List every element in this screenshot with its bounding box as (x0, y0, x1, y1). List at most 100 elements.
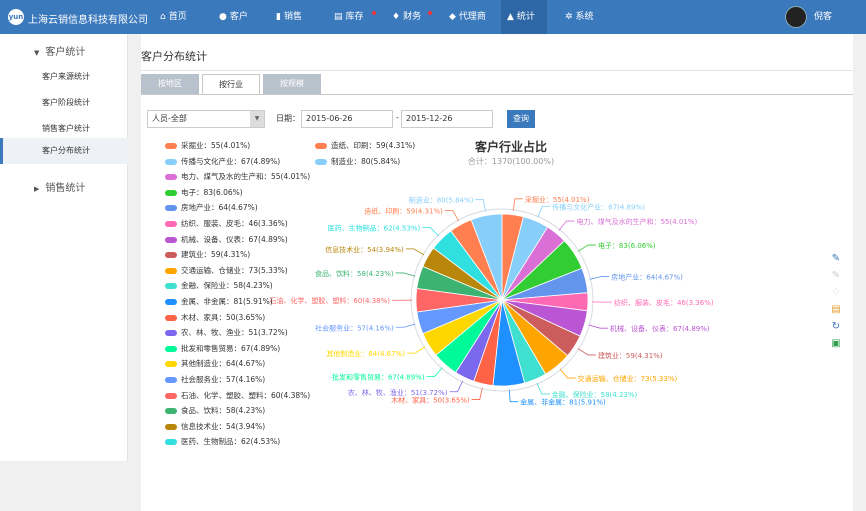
nav-money-bag[interactable]: ♦ 财务 (386, 0, 436, 34)
legend-label: 食品、饮料：58(4.23%) (181, 406, 266, 416)
legend-item[interactable]: 医药、生物制品：62(4.53%) (165, 436, 280, 448)
legend-swatch (165, 143, 177, 149)
save-image-icon[interactable]: ▣ (830, 338, 842, 350)
legend-item[interactable]: 交通运输、仓储业：73(5.33%) (165, 265, 288, 277)
pie-slice-label: 交通运输、仓储业：73(5.33%) (578, 374, 678, 383)
legend-label: 采掘业：55(4.01%) (181, 141, 251, 150)
legend-item[interactable]: 其他制造业：64(4.67%) (165, 358, 265, 370)
home-icon: ⌂ (160, 12, 166, 22)
nav-bar-chart[interactable]: ▮ 销售 (270, 0, 320, 34)
legend-swatch (165, 392, 177, 399)
pie-label-line (589, 276, 610, 280)
legend-label: 金属、非金属：81(5.91%) (181, 297, 273, 306)
nav-gear[interactable]: ✲ 系统 (559, 0, 609, 34)
nav-label: 系统 (575, 12, 594, 22)
legend-item[interactable]: 食品、饮料：58(4.23%) (165, 405, 265, 417)
legend-item[interactable]: 信息技术业：54(3.94%) (165, 421, 265, 433)
sidebar: ▼ 客户统计 客户来源统计 客户阶段统计 销售客户统计 客户分布统计 ▶ 销售统计 (0, 34, 128, 461)
legend-swatch (315, 158, 327, 165)
data-view-icon[interactable]: ▤ (830, 304, 842, 316)
nav-user[interactable]: ● 客户 (213, 0, 263, 34)
legend-item[interactable]: 采掘业：55(4.01%) (165, 140, 250, 152)
legend-item[interactable]: 纺织、服装、皮毛：46(3.36%) (165, 218, 288, 230)
sidebar-group-customer-stats[interactable]: ▼ 客户统计 (34, 43, 85, 58)
legend-item[interactable]: 社会服务业：57(4.16%) (165, 374, 265, 386)
legend-item[interactable]: 建筑业：59(4.31%) (165, 249, 250, 261)
legend-label: 木材、家具：50(3.65%) (181, 312, 266, 322)
legend-swatch (165, 205, 177, 212)
nav-label: 首页 (168, 12, 187, 22)
legend-label: 金融、保险业：58(4.23%) (181, 281, 273, 291)
sidebar-group-sales-stats[interactable]: ▶ 销售统计 (34, 179, 85, 194)
legend-item[interactable]: 机械、设备、仪表：67(4.89%) (165, 234, 288, 246)
nav-label: 库存 (345, 12, 364, 22)
pie-slice-label: 金融、保险业：58(4.23%) (552, 390, 638, 399)
users-icon: ◆ (449, 12, 456, 22)
nav-label: 客户 (229, 12, 248, 22)
sidebar-item-distribution[interactable]: 客户分布统计 (0, 138, 128, 164)
pie-label-line (588, 324, 609, 329)
pie-label-line (558, 220, 575, 231)
legend-item[interactable]: 农、林、牧、渔业：51(3.72%) (165, 327, 288, 339)
notification-dot (372, 11, 376, 15)
legend-label: 电子：83(6.06%) (181, 187, 243, 197)
nav-users[interactable]: ◆ 代理商 (443, 0, 495, 34)
pie-slice-label: 电力、煤气及水的生产和：55(4.01%) (577, 217, 698, 226)
chart-legend: 采掘业：55(4.01%) 传播与文化产业：67(4.89%) 电力、煤气及水的生产… (165, 140, 495, 450)
bar-chart-icon: ▮ (276, 12, 281, 22)
legend-label: 房地产业：64(4.67%) (181, 203, 258, 213)
legend-item[interactable]: 房地产业：64(4.67%) (165, 202, 258, 214)
legend-label: 信息技术业：54(3.94%) (181, 421, 266, 431)
legend-item[interactable]: 制造业：80(5.84%) (315, 156, 400, 168)
money-bag-icon: ♦ (392, 12, 401, 22)
legend-item[interactable]: 电子：83(6.06%) (165, 187, 243, 199)
nav-label: 财务 (403, 12, 422, 22)
legend-item[interactable]: 金融、保险业：58(4.23%) (165, 280, 273, 292)
legend-item[interactable]: 木材、家具：50(3.65%) (165, 312, 265, 324)
legend-item[interactable]: 石油、化学、塑胶、塑料：60(4.38%) (165, 390, 310, 402)
legend-swatch (165, 361, 177, 368)
restore-icon[interactable]: ↻ (830, 321, 842, 333)
legend-swatch (165, 314, 177, 321)
mark-clear-icon[interactable]: ♢ (830, 287, 842, 299)
nav-warehouse[interactable]: ▤ 库存 (328, 0, 380, 34)
legend-swatch (165, 439, 177, 446)
legend-swatch (165, 174, 177, 181)
user-icon: ● (219, 12, 227, 22)
legend-item[interactable]: 金属、非金属：81(5.91%) (165, 296, 273, 308)
pie-label-line (537, 205, 551, 218)
legend-item[interactable]: 电力、煤气及水的生产和：55(4.01%) (165, 171, 310, 183)
legend-label: 电力、煤气及水的生产和：55(4.01%) (181, 172, 311, 182)
legend-label: 医药、生物制品：62(4.53%) (181, 437, 281, 447)
mark-undo-icon[interactable]: ✎ (830, 270, 842, 282)
legend-label: 其他制造业：64(4.67%) (181, 359, 266, 369)
chart-title: 客户行业占比 (474, 140, 547, 154)
logo-icon: yun (8, 9, 24, 25)
legend-label: 社会服务业：57(4.16%) (181, 375, 266, 384)
user-name[interactable]: 倪客 (814, 0, 832, 34)
pie-label-line (512, 198, 523, 211)
legend-swatch (165, 377, 177, 383)
pie-slice-label: 金属、非金属：81(5.91%) (520, 398, 606, 407)
legend-item[interactable]: 造纸、印刷：59(4.31%) (315, 140, 415, 152)
legend-label: 交通运输、仓储业：73(5.33%) (181, 265, 288, 275)
sidebar-item-stage[interactable]: 客户阶段统计 (0, 90, 128, 116)
pie-slice-label: 建筑业：59(4.31%) (598, 351, 663, 360)
nav-stats[interactable]: ▲ 统计 (501, 0, 547, 34)
legend-swatch (165, 423, 177, 430)
nav-home[interactable]: ⌂ 首页 (154, 0, 206, 34)
legend-item[interactable]: 传播与文化产业：67(4.89%) (165, 156, 280, 168)
legend-swatch (165, 267, 177, 274)
legend-swatch (165, 221, 177, 227)
main-content: 客户分布统计 按地区 按行业 按规模 人员-全部 ▼ 日期： 2015-06-26… (141, 34, 853, 511)
legend-label: 制造业：80(5.84%) (331, 156, 401, 166)
pie-slice-label: 纺织、服装、皮毛：46(3.36%) (614, 298, 714, 307)
legend-label: 批发和零售贸易：67(4.89%) (181, 343, 281, 353)
mark-icon[interactable]: ✎ (830, 253, 842, 265)
legend-label: 农、林、牧、渔业：51(3.72%) (181, 328, 288, 338)
sidebar-item-source[interactable]: 客户来源统计 (0, 64, 128, 90)
legend-item[interactable]: 批发和零售贸易：67(4.89%) (165, 343, 280, 355)
legend-swatch (315, 143, 327, 149)
user-avatar[interactable] (785, 6, 807, 28)
pie-label-line (536, 382, 550, 395)
